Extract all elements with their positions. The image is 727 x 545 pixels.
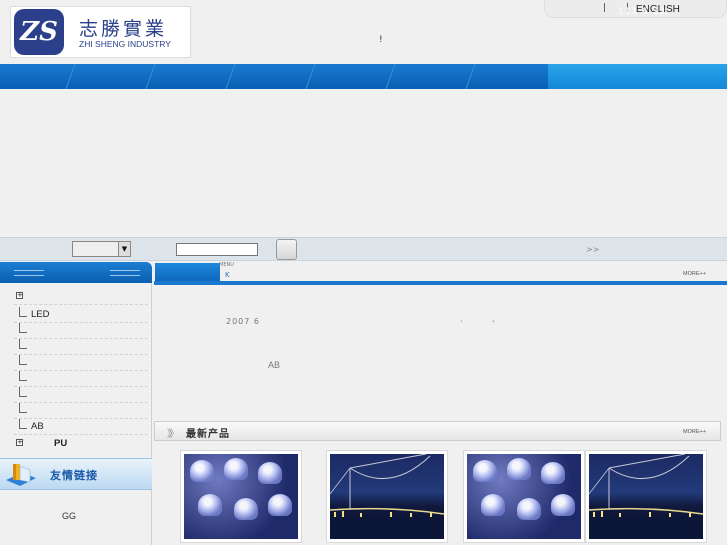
nav-item-5[interactable] [385,64,401,89]
nav-item-3[interactable] [225,64,241,89]
site-logo[interactable]: ZS 志勝實業 ZHI SHENG INDUSTRY [10,6,191,58]
search-button[interactable] [276,239,297,260]
tree-item-label: LED [31,309,50,320]
friend-link[interactable]: GG [62,511,76,521]
about-tab-tag: MENU [219,262,234,268]
about-tab[interactable] [155,263,220,281]
products-more-link[interactable]: MORE++ [683,429,706,435]
tree-item[interactable] [14,371,148,387]
nav-item-4[interactable] [305,64,321,89]
logo-mark: ZS [14,9,64,55]
search-bar: ▼ >> [0,237,727,261]
about-more-link[interactable]: MORE++ [683,271,706,277]
about-divider [154,281,727,285]
product-image-bridge[interactable] [330,454,444,539]
logo-english-name: ZHI SHENG INDUSTRY [79,39,171,49]
links-book-icon [6,464,36,486]
tree-item[interactable] [14,387,148,403]
tree-branch-icon [19,339,27,349]
tree-branch-icon [19,307,27,317]
expand-plus-icon[interactable]: + [16,439,23,446]
product-card[interactable] [326,450,448,543]
tree-item[interactable]: + [14,289,148,305]
product-card[interactable] [585,450,707,543]
tree-branch-icon [19,419,27,429]
product-image-led[interactable] [467,454,581,539]
tree-item[interactable] [14,323,148,339]
sidebar-header [0,262,152,283]
bridge-illustration [589,454,703,539]
tree-item[interactable]: AB [14,419,148,435]
search-input[interactable] [176,243,258,256]
nav-item-2[interactable] [145,64,161,89]
product-image-led[interactable] [184,454,298,539]
current-date: 111 6 22 [618,7,667,17]
double-arrow-icon: 》》 [167,429,179,440]
nav-date-panel [548,64,727,89]
about-text-mark: ˏ [491,313,495,322]
tree-branch-icon [19,387,27,397]
product-image-bridge[interactable] [589,454,703,539]
bridge-illustration [330,454,444,539]
tree-item-label: AB [31,421,44,432]
about-text-ab: AB [268,360,281,370]
tree-item[interactable] [14,339,148,355]
nav-item-6[interactable] [465,64,481,89]
tree-item[interactable]: LED [14,307,148,323]
tree-item[interactable] [14,403,148,419]
decor-lines [14,270,44,276]
friend-links-header: 友情链接 [0,458,152,490]
nav-item-1[interactable] [65,64,81,89]
main-nav [0,64,727,89]
search-category-select[interactable]: ▼ [72,241,131,257]
about-text-date: 2007 6 [226,317,260,326]
decor-lines [110,270,140,276]
expand-plus-icon[interactable]: + [16,292,23,299]
latest-products-title: 最新产品 [186,429,230,440]
chevron-down-icon[interactable]: ▼ [118,242,130,256]
about-marker-icon: K [225,271,230,279]
tree-branch-icon [19,323,27,333]
tree-item-label: PU [54,438,68,449]
logo-chinese-name: 志勝實業 [79,18,168,40]
category-tree: + LED AB + PU [0,283,152,458]
product-card[interactable] [463,450,585,543]
friend-links-panel: GG [0,490,152,545]
tree-item[interactable]: + PU [14,436,148,452]
product-card[interactable] [180,450,302,543]
tree-branch-icon [19,355,27,365]
header-tagline: ! [379,35,383,45]
search-more-link[interactable]: >> [586,245,599,254]
banner-area [0,89,727,237]
tree-branch-icon [19,371,27,381]
tree-branch-icon [19,403,27,413]
latest-products-header: 》》 最新产品 MORE++ [154,421,721,441]
friend-links-title: 友情链接 [50,469,98,482]
tree-item[interactable] [14,355,148,371]
about-text-mark: ˎ [460,313,464,322]
lang-separator: | [603,3,607,13]
